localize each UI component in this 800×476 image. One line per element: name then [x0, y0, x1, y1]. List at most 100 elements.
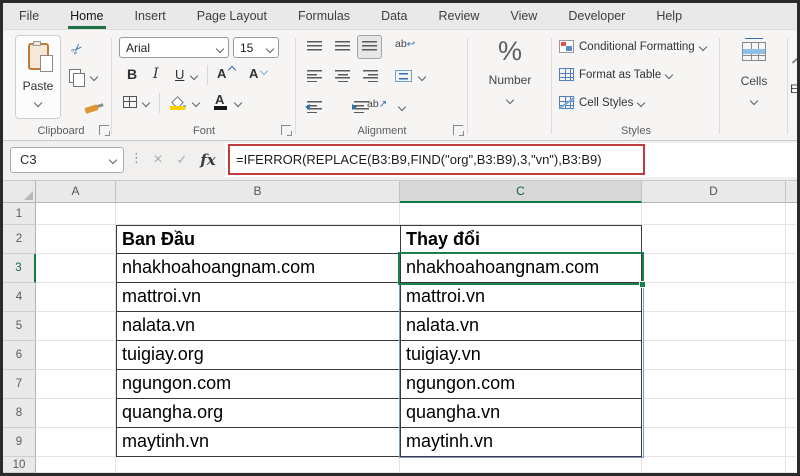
cell-C3-active[interactable]: nhakhoahoangnam.com — [400, 254, 642, 283]
font-size-chevron[interactable] — [265, 44, 275, 54]
align-left-icon[interactable] — [307, 70, 322, 82]
cell-D4[interactable] — [642, 283, 786, 312]
select-all-corner[interactable] — [3, 181, 36, 203]
tab-view[interactable]: View — [508, 5, 539, 29]
editing-group-clipped[interactable]: Ed — [790, 30, 800, 140]
column-header-D[interactable]: D — [642, 181, 786, 203]
font-size-combo[interactable]: 15 — [233, 37, 279, 58]
enter-button[interactable]: ✓ — [171, 147, 193, 173]
cell-B4[interactable]: mattroi.vn — [116, 283, 400, 312]
cell-A4[interactable] — [36, 283, 116, 312]
tab-page-layout[interactable]: Page Layout — [195, 5, 269, 29]
tab-data[interactable]: Data — [379, 5, 409, 29]
fill-handle[interactable] — [639, 281, 646, 288]
cell-D1[interactable] — [642, 203, 786, 225]
name-box-chevron[interactable] — [108, 155, 118, 165]
cell-A1[interactable] — [36, 203, 116, 225]
cell-C9[interactable]: maytinh.vn — [400, 428, 642, 457]
row-header-9[interactable]: 9 — [3, 428, 36, 457]
cell-C2[interactable]: Thay đổi — [400, 225, 642, 254]
row-header-2[interactable]: 2 — [3, 225, 36, 254]
cell-C4[interactable]: mattroi.vn — [400, 283, 642, 312]
cell-B7[interactable]: ngungon.com — [116, 370, 400, 399]
row-header-10[interactable]: 10 — [3, 457, 36, 473]
cell-C10[interactable] — [400, 457, 642, 473]
align-bottom-selected[interactable] — [357, 35, 382, 59]
tab-formulas[interactable]: Formulas — [296, 5, 352, 29]
merge-center-icon[interactable] — [395, 70, 412, 82]
tab-help[interactable]: Help — [654, 5, 684, 29]
cell-A10[interactable] — [36, 457, 116, 473]
font-name-combo[interactable]: Arial — [119, 37, 229, 58]
row-header-6[interactable]: 6 — [3, 341, 36, 370]
format-as-table-button[interactable]: Format as Table — [559, 68, 674, 81]
align-middle-icon[interactable] — [335, 40, 350, 52]
tab-insert[interactable]: Insert — [133, 5, 168, 29]
cell-B9[interactable]: maytinh.vn — [116, 428, 400, 457]
tab-home[interactable]: Home — [68, 5, 106, 29]
formula-highlight-box[interactable]: =IFERROR(REPLACE(B3:B9,FIND("org",B3:B9)… — [228, 144, 645, 175]
conditional-formatting-button[interactable]: Conditional Formatting — [559, 40, 707, 53]
merge-center-chevron[interactable] — [417, 72, 427, 82]
orientation-chevron[interactable] — [397, 102, 407, 112]
cell-B2[interactable]: Ban Đầu — [116, 225, 400, 254]
cell-B5[interactable]: nalata.vn — [116, 312, 400, 341]
cell-D6[interactable] — [642, 341, 786, 370]
italic-button[interactable]: I — [153, 66, 159, 82]
row-header-3[interactable]: 3 — [3, 254, 36, 283]
orientation-icon[interactable]: ab↗ — [367, 98, 387, 110]
column-header-B[interactable]: B — [116, 181, 400, 203]
fill-color-chevron[interactable] — [191, 98, 201, 108]
cell-A6[interactable] — [36, 341, 116, 370]
paste-dropdown-chevron[interactable] — [33, 99, 43, 108]
cell-B8[interactable]: quangha.org — [116, 399, 400, 428]
cell-A5[interactable] — [36, 312, 116, 341]
cell-B10[interactable] — [116, 457, 400, 473]
cell-B6[interactable]: tuigiay.org — [116, 341, 400, 370]
cell-A2[interactable] — [36, 225, 116, 254]
number-group[interactable]: % Number — [471, 30, 549, 140]
clipboard-dialog-launcher[interactable] — [99, 125, 110, 136]
align-top-icon[interactable] — [307, 40, 322, 52]
cell-C1[interactable] — [400, 203, 642, 225]
cell-D5[interactable] — [642, 312, 786, 341]
name-box[interactable]: C3 — [10, 147, 124, 173]
cell-D7[interactable] — [642, 370, 786, 399]
bold-button[interactable]: B — [127, 66, 137, 82]
cell-C5[interactable]: nalata.vn — [400, 312, 642, 341]
copy-icon[interactable] — [69, 69, 85, 87]
format-painter-icon[interactable] — [84, 104, 100, 114]
column-header-C[interactable]: C — [400, 181, 642, 203]
row-header-5[interactable]: 5 — [3, 312, 36, 341]
number-chevron[interactable] — [505, 95, 515, 105]
cell-A7[interactable] — [36, 370, 116, 399]
align-center-icon[interactable] — [335, 70, 350, 82]
copy-dropdown-chevron[interactable] — [89, 72, 99, 82]
tab-file[interactable]: File — [17, 5, 41, 29]
cell-D10[interactable] — [642, 457, 786, 473]
cell-A3[interactable] — [36, 254, 116, 283]
cell-styles-button[interactable]: Cell Styles — [559, 96, 646, 109]
font-color-button[interactable]: A — [215, 92, 224, 107]
underline-chevron[interactable] — [189, 71, 199, 81]
cell-A8[interactable] — [36, 399, 116, 428]
cell-C7[interactable]: ngungon.com — [400, 370, 642, 399]
borders-icon[interactable] — [123, 96, 137, 108]
cell-A9[interactable] — [36, 428, 116, 457]
insert-function-button[interactable]: fx — [197, 147, 219, 173]
row-header-4[interactable]: 4 — [3, 283, 36, 312]
underline-button[interactable]: U — [175, 67, 184, 82]
borders-chevron[interactable] — [141, 98, 151, 108]
row-header-8[interactable]: 8 — [3, 399, 36, 428]
tab-review[interactable]: Review — [436, 5, 481, 29]
alignment-dialog-launcher[interactable] — [453, 125, 464, 136]
row-header-1[interactable]: 1 — [3, 203, 36, 225]
cut-icon[interactable]: ✂ — [67, 39, 87, 59]
align-right-icon[interactable] — [363, 70, 378, 82]
tab-developer[interactable]: Developer — [566, 5, 627, 29]
font-color-chevron[interactable] — [233, 98, 243, 108]
cell-D3[interactable] — [642, 254, 786, 283]
cells-group[interactable]: Cells — [723, 30, 785, 140]
cell-D8[interactable] — [642, 399, 786, 428]
cell-D9[interactable] — [642, 428, 786, 457]
